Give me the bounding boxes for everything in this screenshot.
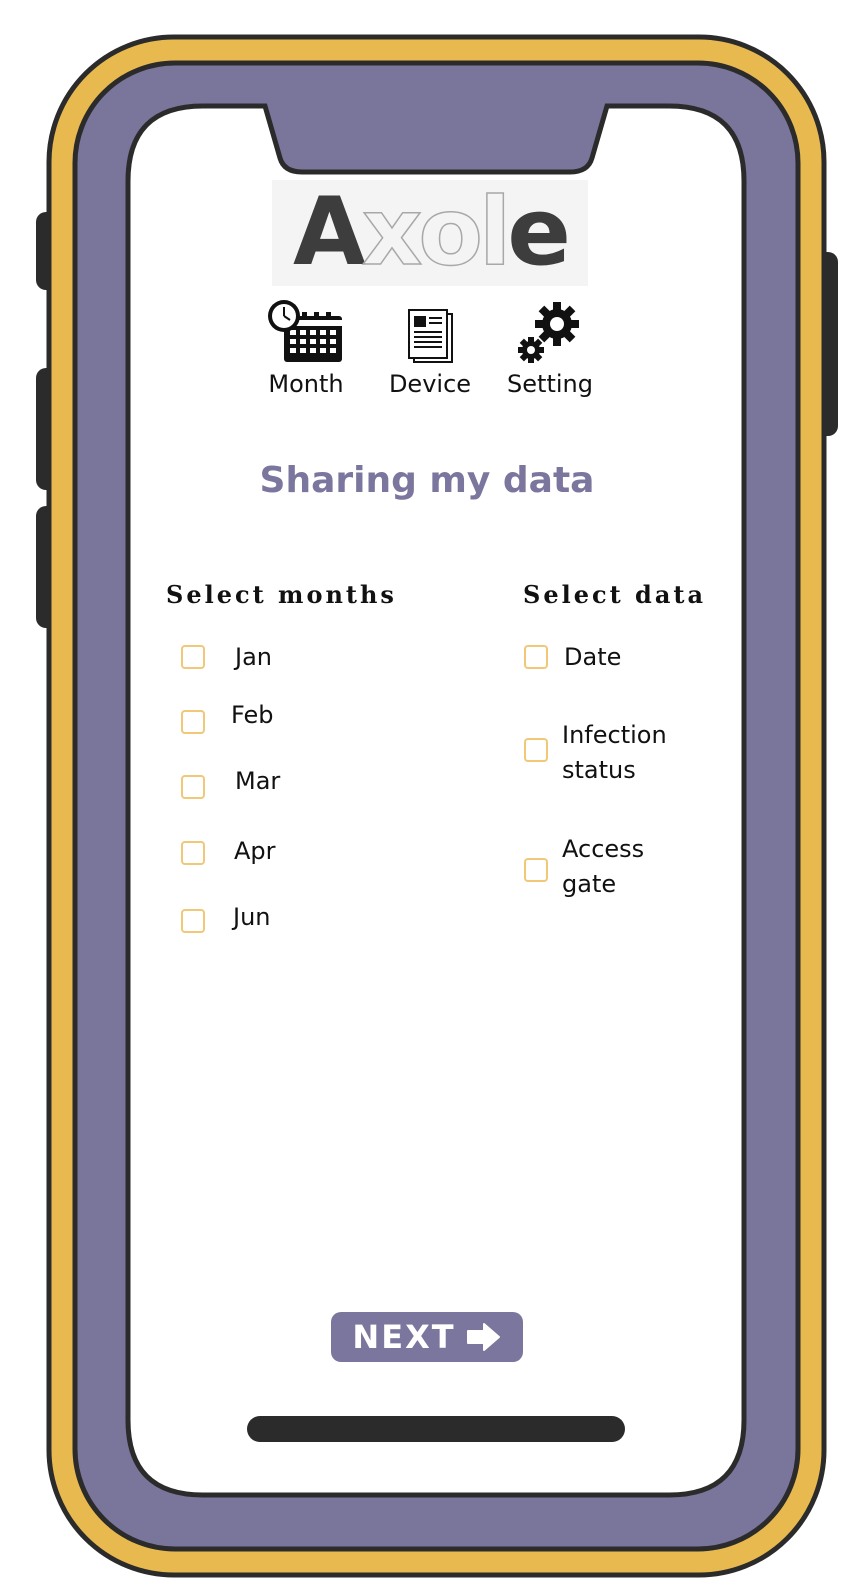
data-label-date: Date [564,643,622,671]
checkbox-jun[interactable] [181,909,205,933]
next-button[interactable]: NEXT [331,1312,523,1362]
month-label-apr: Apr [234,837,276,865]
month-label-jan: Jan [235,643,272,671]
data-label-access-gate: Access gate [562,835,645,898]
month-option-apr[interactable]: Apr [181,837,276,869]
data-label-infection-status: Infection status [562,721,667,784]
checkbox-feb[interactable] [181,710,205,734]
checkbox-apr[interactable] [181,841,205,865]
nav-setting-label: Setting [507,370,593,398]
month-option-feb[interactable]: Feb [181,701,274,734]
month-label-feb: Feb [231,701,274,729]
month-option-jan[interactable]: Jan [181,643,272,675]
checkbox-jan[interactable] [181,645,205,669]
checkbox-date[interactable] [524,645,548,669]
month-option-jun[interactable]: Jun [181,903,271,935]
data-option-date[interactable]: Date [524,643,621,675]
calendar-clock-icon [268,300,342,362]
select-data-heading: Select data [523,580,707,609]
nav-setting[interactable]: Setting [500,300,600,398]
gears-icon [518,302,579,363]
month-option-mar[interactable]: Mar [181,767,280,799]
page-title: Sharing my data [259,460,595,501]
select-months-heading: Select months [166,580,397,609]
document-icon [408,309,453,363]
checkbox-access-gate[interactable] [524,858,548,882]
next-button-label: NEXT [352,1318,456,1356]
nav-month[interactable]: Month [260,300,352,398]
home-indicator [247,1416,625,1442]
data-option-infection-status[interactable]: Infection status [524,721,667,788]
nav-device-label: Device [388,370,472,398]
app-logo: Axole [272,180,588,286]
arrow-right-icon [466,1322,502,1352]
nav-device[interactable]: Device [384,300,476,398]
logo-wordmark: Axole [293,178,571,287]
month-label-mar: Mar [235,767,281,795]
month-label-jun: Jun [233,903,271,931]
data-option-access-gate[interactable]: Access gate [524,835,644,902]
nav-month-label: Month [268,370,344,398]
checkbox-infection-status[interactable] [524,738,548,762]
checkbox-mar[interactable] [181,775,205,799]
